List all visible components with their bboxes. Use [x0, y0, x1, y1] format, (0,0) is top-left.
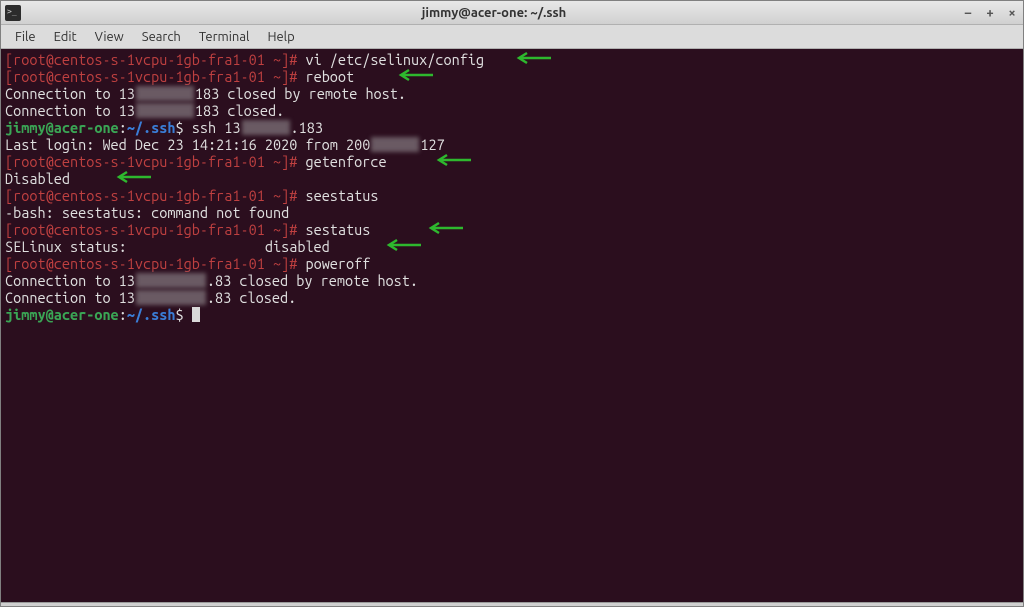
terminal-line: [root@centos-s-1vcpu-1gb-fra1-01 ~]# reb…: [5, 68, 1019, 85]
output-text: 183 closed by remote host.: [195, 85, 406, 102]
command-text: reboot: [297, 68, 362, 85]
terminal-line: [root@centos-s-1vcpu-1gb-fra1-01 ~]# get…: [5, 153, 1019, 170]
command-text: sestatus: [297, 221, 378, 238]
output-text: Connection to 13: [5, 102, 135, 119]
root-prompt: [root@centos-s-1vcpu-1gb-fra1-01 ~]#: [5, 221, 297, 238]
output-text: .83 closed.: [207, 289, 296, 306]
command-text: getenforce: [297, 153, 394, 170]
annotation-arrow-icon: [425, 221, 465, 238]
menu-view[interactable]: View: [87, 28, 132, 46]
menubar: File Edit View Search Terminal Help: [1, 25, 1023, 49]
minimize-button[interactable]: –: [961, 6, 975, 20]
command-text: seestatus: [297, 187, 378, 204]
terminal-line: [root@centos-s-1vcpu-1gb-fra1-01 ~]# see…: [5, 187, 1019, 204]
output-text: Connection to 13: [5, 85, 135, 102]
redacted-ip: [136, 103, 194, 118]
menu-terminal[interactable]: Terminal: [191, 28, 258, 46]
command-text: poweroff: [297, 255, 370, 272]
terminal-line: [root@centos-s-1vcpu-1gb-fra1-01 ~]# vi …: [5, 51, 1019, 68]
root-prompt: [root@centos-s-1vcpu-1gb-fra1-01 ~]#: [5, 68, 297, 85]
root-prompt: [root@centos-s-1vcpu-1gb-fra1-01 ~]#: [5, 51, 297, 68]
terminal-line: jimmy@acer-one:~/.ssh$: [5, 306, 1019, 323]
terminal-app-icon: [5, 5, 21, 21]
terminal-line: jimmy@acer-one:~/.ssh$ ssh 13.183: [5, 119, 1019, 136]
local-prompt-user: jimmy@acer-one: [5, 119, 119, 136]
maximize-button[interactable]: +: [983, 6, 997, 20]
menu-file[interactable]: File: [7, 28, 44, 46]
output-text: 183 closed.: [195, 102, 284, 119]
terminal-line: [root@centos-s-1vcpu-1gb-fra1-01 ~]# ses…: [5, 221, 1019, 238]
terminal-window: jimmy@acer-one: ~/.ssh – + × File Edit V…: [0, 0, 1024, 607]
terminal-line: SELinux status: disabled: [5, 238, 1019, 255]
terminal-cursor: [192, 307, 200, 322]
annotation-arrow-icon: [433, 153, 473, 170]
command-text: vi /etc/selinux/config: [297, 51, 484, 68]
output-text: SELinux status: disabled: [5, 238, 338, 255]
redacted-ip: [136, 273, 206, 288]
terminal-line: Connection to 13 183 closed by remote hos…: [5, 85, 1019, 102]
output-text: Connection to 13: [5, 289, 135, 306]
local-prompt-path: ~/.ssh: [127, 306, 176, 323]
status-bar: [1, 602, 1023, 606]
root-prompt: [root@centos-s-1vcpu-1gb-fra1-01 ~]#: [5, 153, 297, 170]
terminal-line: Connection to 13 .83 closed.: [5, 289, 1019, 306]
redacted-ip: [136, 86, 194, 101]
output-text: Disabled: [5, 170, 78, 187]
terminal-output[interactable]: [root@centos-s-1vcpu-1gb-fra1-01 ~]# vi …: [1, 49, 1023, 602]
redacted-ip: [136, 290, 206, 305]
terminal-line: [root@centos-s-1vcpu-1gb-fra1-01 ~]# pow…: [5, 255, 1019, 272]
command-text: [184, 306, 192, 323]
annotation-arrow-icon: [513, 51, 553, 68]
output-text: Last login: Wed Dec 23 14:21:16 2020 fro…: [5, 136, 370, 153]
window-title: jimmy@acer-one: ~/.ssh: [27, 6, 961, 20]
menu-search[interactable]: Search: [134, 28, 189, 46]
terminal-line: Connection to 13 183 closed.: [5, 102, 1019, 119]
window-controls: – + ×: [961, 6, 1019, 20]
redacted-ip: [371, 137, 419, 152]
terminal-line: Disabled: [5, 170, 1019, 187]
output-text: 127: [420, 136, 444, 153]
output-text: -bash: seestatus: command not found: [5, 204, 289, 221]
local-prompt-user: jimmy@acer-one: [5, 306, 119, 323]
annotation-arrow-icon: [113, 170, 153, 187]
output-text: Connection to 13: [5, 272, 135, 289]
terminal-line: -bash: seestatus: command not found: [5, 204, 1019, 221]
titlebar: jimmy@acer-one: ~/.ssh – + ×: [1, 1, 1023, 25]
command-text: .183: [291, 119, 323, 136]
command-text: ssh 13: [184, 119, 241, 136]
output-text: .83 closed by remote host.: [207, 272, 418, 289]
terminal-line: Last login: Wed Dec 23 14:21:16 2020 fro…: [5, 136, 1019, 153]
terminal-line: Connection to 13 .83 closed by remote hos…: [5, 272, 1019, 289]
local-prompt-path: ~/.ssh: [127, 119, 176, 136]
root-prompt: [root@centos-s-1vcpu-1gb-fra1-01 ~]#: [5, 255, 297, 272]
root-prompt: [root@centos-s-1vcpu-1gb-fra1-01 ~]#: [5, 187, 297, 204]
menu-edit[interactable]: Edit: [46, 28, 85, 46]
annotation-arrow-icon: [383, 238, 423, 255]
close-button[interactable]: ×: [1005, 6, 1019, 20]
menu-help[interactable]: Help: [259, 28, 302, 46]
redacted-ip: [242, 120, 290, 135]
annotation-arrow-icon: [395, 68, 435, 85]
